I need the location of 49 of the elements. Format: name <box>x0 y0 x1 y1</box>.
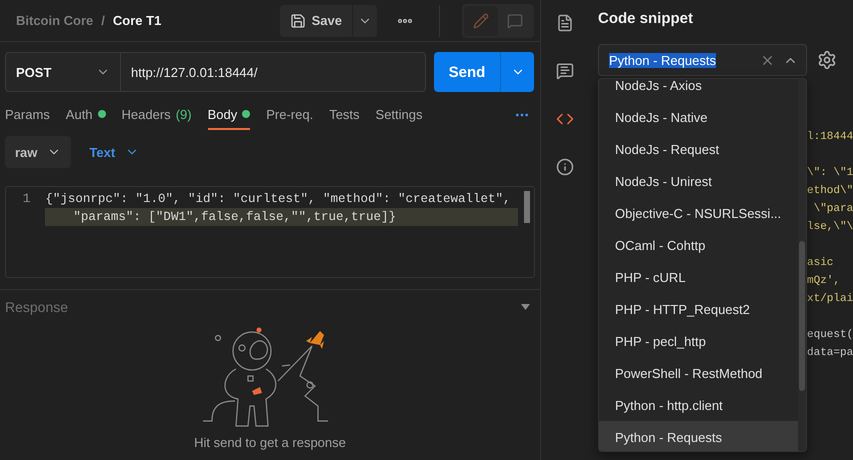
body-type-dropdown[interactable]: raw <box>5 136 72 168</box>
save-button[interactable]: Save <box>280 4 352 36</box>
breadcrumb-parent[interactable]: Bitcoin Core <box>16 13 94 28</box>
code-line: {"jsonrpc": "1.0", "id": "curltest", "method": "createwallet", <box>45 191 512 208</box>
line-number: 1 <box>22 190 32 208</box>
code-line: lse,\"\ <box>807 220 853 235</box>
language-option[interactable]: PHP - cURL <box>599 261 798 293</box>
language-select[interactable]: Python - Requests <box>598 44 807 76</box>
code-line: l:18444 <box>807 130 853 145</box>
ellipsis-icon <box>398 18 412 22</box>
code-line: mQz', <box>807 274 842 289</box>
code-line: equest( <box>807 328 853 343</box>
format-dropdown[interactable]: Text <box>79 136 150 168</box>
response-title: Response <box>5 299 68 315</box>
language-option[interactable]: PowerShell - RestMethod <box>599 357 798 389</box>
code-line: asic <box>807 256 834 271</box>
request-tab[interactable]: Body <box>208 100 250 130</box>
scrollbar-thumb[interactable] <box>799 241 805 391</box>
code-line: xt/plai <box>807 292 853 307</box>
code-line: \"para <box>812 202 853 217</box>
code-line: ethod\" <box>807 184 853 199</box>
request-tab[interactable]: Pre-req. <box>266 100 314 130</box>
language-option[interactable]: NodeJs - Request <box>599 133 798 165</box>
code-line: data=pa <box>807 346 853 361</box>
language-option[interactable]: NodeJs - Native <box>599 101 798 133</box>
request-tab[interactable]: Headers (9) <box>122 100 192 130</box>
request-tab[interactable]: Settings <box>376 100 423 130</box>
request-tab[interactable]: Params <box>5 100 50 130</box>
breadcrumb-separator: / <box>101 13 105 28</box>
language-option[interactable]: Python - Requests <box>599 421 798 451</box>
request-tab[interactable]: Tests <box>329 100 360 130</box>
language-option[interactable]: Objective-C - NSURLSessi... <box>599 197 798 229</box>
scrollbar-thumb[interactable] <box>524 191 530 223</box>
code-line: \": \"1 <box>807 166 853 181</box>
method-dropdown[interactable]: POST <box>5 52 121 92</box>
request-title: Core T1 <box>112 13 162 28</box>
language-option[interactable]: OCaml - Cohttp <box>599 229 798 261</box>
language-option[interactable]: NodeJs - Unirest <box>599 165 798 197</box>
language-option[interactable]: PHP - pecl_http <box>599 325 798 357</box>
language-option[interactable]: PHP - HTTP_Request2 <box>599 293 798 325</box>
code-editor[interactable]: 1 {"jsonrpc": "1.0", "id": "curltest", "method": "createwallet", "params": ["DW1",false,false,"",true,true]} <box>5 186 535 278</box>
language-option[interactable]: NodeJs - Axios <box>599 79 798 101</box>
language-option[interactable]: Python - http.client <box>599 389 798 421</box>
collapse-triangle-icon[interactable] <box>521 304 530 310</box>
settings-icon[interactable] <box>817 50 837 70</box>
request-tab[interactable]: Auth <box>66 100 106 130</box>
url-input[interactable]: http://127.0.01:18444/ <box>121 52 426 92</box>
panel-title: Code snippet <box>598 10 694 29</box>
empty-response-message: Hit send to get a response <box>194 435 346 450</box>
